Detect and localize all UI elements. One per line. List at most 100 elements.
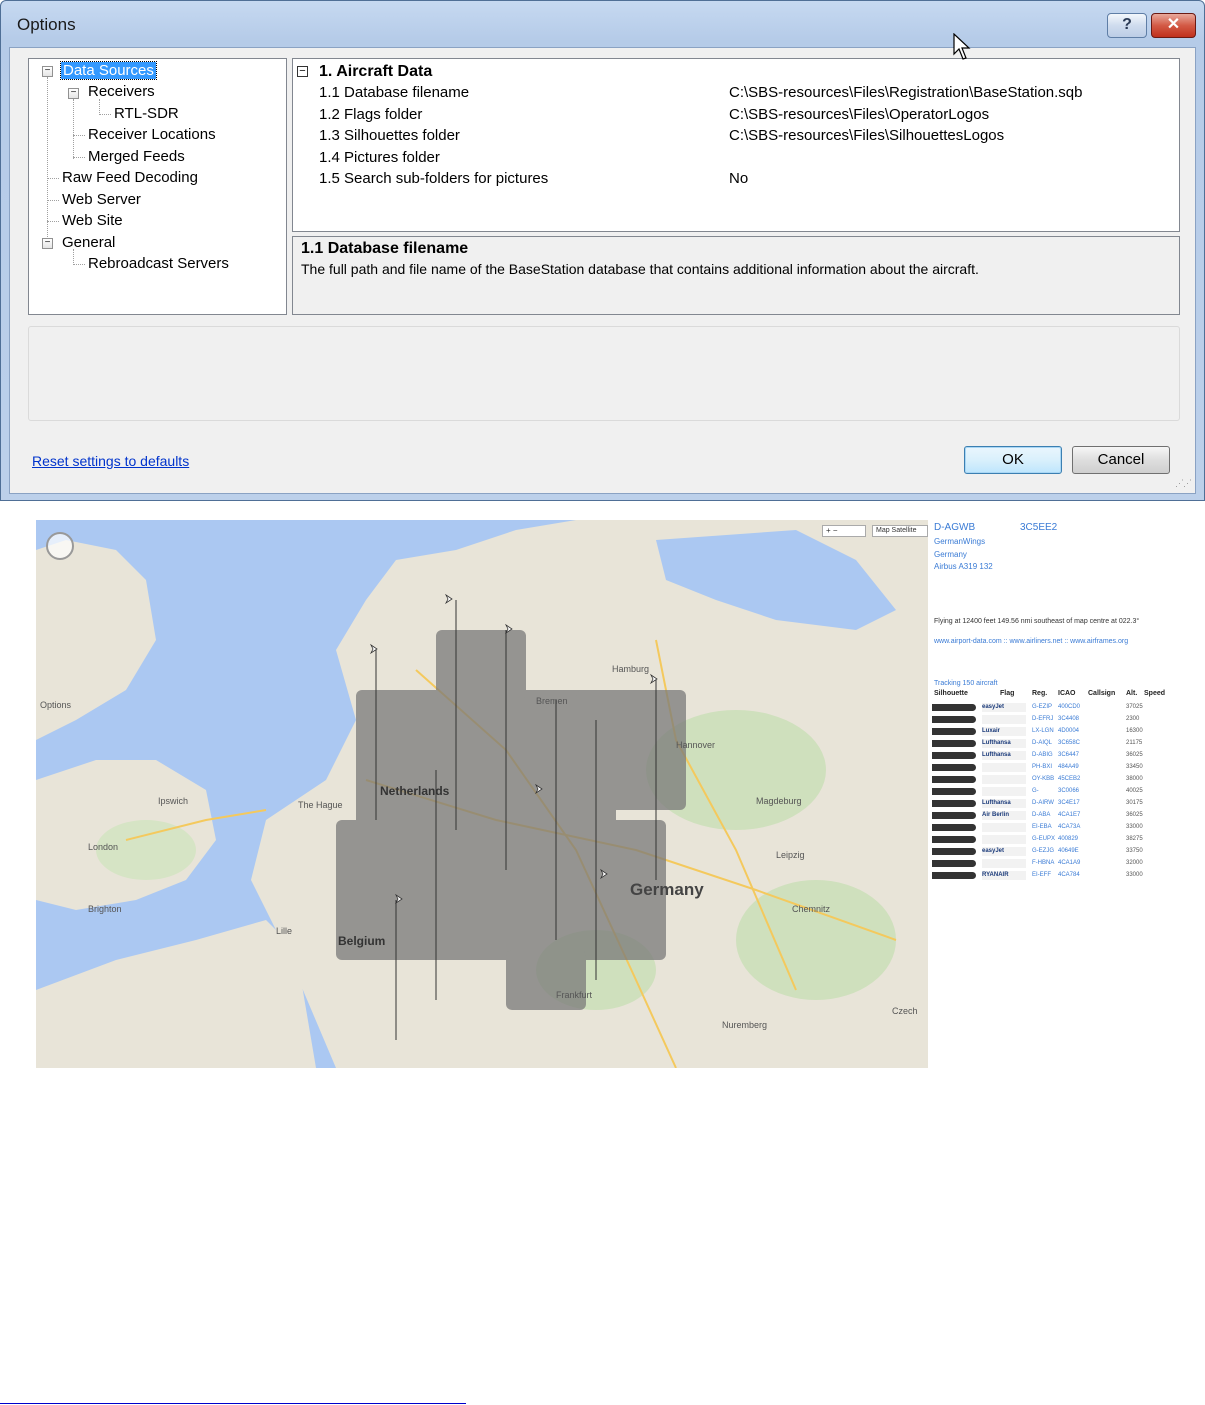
aircraft-registration: EI-EBA — [1032, 824, 1052, 830]
map-type-control[interactable]: Map Satellite — [872, 525, 928, 537]
operator-flag: Luxair — [982, 727, 1026, 736]
map-label: Ipswich — [158, 796, 189, 806]
aircraft-altitude: 32000 — [1126, 860, 1143, 866]
collapse-icon[interactable]: − — [42, 66, 53, 77]
collapse-icon[interactable]: − — [297, 66, 308, 77]
property-name: 1.3 Silhouettes folder — [319, 127, 460, 144]
aircraft-row[interactable]: Lufthansa D-AIRW 3C4E17 30175 — [928, 798, 1168, 809]
property-name: 1.2 Flags folder — [319, 106, 423, 123]
tree-item-general[interactable]: General — [62, 233, 115, 253]
tree-item-rebroadcast-servers[interactable]: Rebroadcast Servers — [88, 254, 229, 274]
property-grid[interactable]: − 1. Aircraft Data 1.1 Database filename… — [292, 58, 1180, 232]
help-button[interactable]: ? — [1107, 13, 1147, 38]
property-row[interactable]: 1.1 Database filename C:\SBS-resources\F… — [293, 82, 1179, 103]
aircraft-silhouette-icon — [932, 740, 976, 747]
aircraft-icao: 45CEB2 — [1058, 776, 1081, 782]
property-value[interactable]: C:\SBS-resources\Files\SilhouettesLogos — [729, 125, 1004, 146]
aircraft-altitude: 16300 — [1126, 728, 1143, 734]
aircraft-icao: 400CD0 — [1058, 704, 1081, 710]
resize-grip-icon[interactable]: ⋰⋰ — [1175, 478, 1192, 489]
column-header[interactable]: Callsign — [1088, 690, 1115, 697]
aircraft-links[interactable]: www.airport-data.com :: www.airliners.ne… — [934, 638, 1128, 645]
map-background — [36, 520, 928, 1068]
aircraft-registration: F-HBNA — [1032, 860, 1055, 866]
aircraft-silhouette-icon — [932, 812, 976, 819]
tree-line — [99, 114, 111, 115]
operator-flag: RYANAIR — [982, 871, 1026, 880]
column-header[interactable]: Alt. — [1126, 690, 1137, 697]
property-value[interactable]: C:\SBS-resources\Files\Registration\Base… — [729, 82, 1083, 103]
map-label: Hannover — [676, 740, 716, 750]
aircraft-row[interactable]: EI-EBA 4CA73A 33000 — [928, 822, 1168, 833]
aircraft-row[interactable]: easyJet G-EZIP 400CD0 37025 — [928, 702, 1168, 713]
aircraft-icao: 3C0066 — [1058, 788, 1080, 794]
map-pan-control-icon[interactable] — [46, 532, 74, 560]
aircraft-row[interactable]: RYANAIR EI-EFF 4CA784 33000 — [928, 870, 1168, 881]
collapse-icon[interactable]: − — [68, 88, 79, 99]
tree-item-rtl-sdr[interactable]: RTL-SDR — [114, 104, 179, 124]
options-tree[interactable]: − Data Sources − Receivers RTL-SDR Recei… — [28, 58, 287, 315]
column-header[interactable]: Speed — [1144, 690, 1165, 697]
aircraft-row[interactable]: OY-KBB 45CEB2 38000 — [928, 774, 1168, 785]
map-label: Options — [40, 700, 72, 710]
property-row[interactable]: 1.2 Flags folder C:\SBS-resources\Files\… — [293, 104, 1179, 125]
dialog-client-area: − Data Sources − Receivers RTL-SDR Recei… — [9, 47, 1196, 494]
property-value[interactable]: C:\SBS-resources\Files\OperatorLogos — [729, 104, 989, 125]
aircraft-registration: D-AIQL — [1032, 740, 1053, 746]
aircraft-sidebar: D-AGWB 3C5EE2 GermanWings Germany Airbus… — [928, 520, 1168, 1068]
tree-item-label: RTL-SDR — [114, 105, 179, 122]
aircraft-registration: PH-BXI — [1032, 764, 1053, 770]
ok-button[interactable]: OK — [964, 446, 1062, 474]
column-header[interactable]: Reg. — [1032, 690, 1047, 697]
tree-item-web-site[interactable]: Web Site — [62, 211, 123, 231]
aircraft-row[interactable]: PH-BXI 484A49 33450 — [928, 762, 1168, 773]
aircraft-silhouette-icon — [932, 836, 976, 843]
operator-flag — [982, 859, 1026, 868]
aircraft-silhouette-icon — [932, 848, 976, 855]
column-header[interactable]: ICAO — [1058, 690, 1076, 697]
tree-item-receiver-locations[interactable]: Receiver Locations — [88, 125, 216, 145]
property-value[interactable]: No — [729, 168, 748, 189]
tree-item-raw-feed-decoding[interactable]: Raw Feed Decoding — [62, 168, 198, 188]
aircraft-icao: 400829 — [1058, 836, 1079, 842]
tree-line — [73, 264, 85, 265]
aircraft-icao: 3C6447 — [1058, 752, 1080, 758]
aircraft-silhouette-icon — [932, 872, 976, 879]
tree-item-receivers[interactable]: Receivers — [88, 82, 155, 102]
aircraft-row[interactable]: Luxair LX-LGN 4D0004 16300 — [928, 726, 1168, 737]
property-row[interactable]: 1.3 Silhouettes folder C:\SBS-resources\… — [293, 125, 1179, 146]
aircraft-row[interactable]: G-EUPX 400829 38275 — [928, 834, 1168, 845]
aircraft-row[interactable]: Lufthansa D-AIQL 3C658C 21175 — [928, 738, 1168, 749]
column-header[interactable]: Flag — [1000, 690, 1014, 697]
property-row[interactable]: 1.4 Pictures folder — [293, 147, 1179, 168]
description-title: 1.1 Database filename — [301, 240, 469, 257]
tree-line — [73, 99, 74, 159]
aircraft-row[interactable]: D-EFRJ 3C4408 2300 — [928, 714, 1168, 725]
tracking-count: Tracking 150 aircraft — [934, 680, 998, 687]
aircraft-altitude: 37025 — [1126, 704, 1143, 710]
map-zoom-control[interactable]: + − — [822, 525, 866, 537]
aircraft-altitude: 30175 — [1126, 800, 1143, 806]
aircraft-row[interactable]: G- 3C0066 40025 — [928, 786, 1168, 797]
cancel-button[interactable]: Cancel — [1072, 446, 1170, 474]
tree-item-merged-feeds[interactable]: Merged Feeds — [88, 147, 185, 167]
aircraft-row[interactable]: easyJet G-EZJG 40649E 33750 — [928, 846, 1168, 857]
property-row[interactable]: 1.5 Search sub-folders for pictures No — [293, 168, 1179, 189]
aircraft-registration: D-AIRW — [1032, 800, 1054, 806]
aircraft-row[interactable]: Lufthansa D-ABIG 3C6447 36025 — [928, 750, 1168, 761]
column-header[interactable]: Silhouette — [934, 690, 968, 697]
tree-item-label: Web Site — [62, 212, 123, 229]
close-button[interactable]: ✕ — [1151, 13, 1196, 38]
tree-line — [73, 135, 85, 136]
aircraft-row[interactable]: F-HBNA 4CA1A9 32000 — [928, 858, 1168, 869]
tree-item-web-server[interactable]: Web Server — [62, 190, 141, 210]
aircraft-icao: 4D0004 — [1058, 728, 1080, 734]
reset-settings-link[interactable]: Reset settings to defaults — [32, 453, 189, 469]
title-bar[interactable]: Options ? ✕ — [1, 1, 1204, 49]
map-label: London — [88, 842, 119, 852]
collapse-icon[interactable]: − — [42, 238, 53, 249]
tree-item-data-sources[interactable]: Data Sources — [60, 61, 157, 81]
aircraft-row[interactable]: Air Berlin D-ABA 4CA1E7 36025 — [928, 810, 1168, 821]
map-label: Frankfurt — [556, 990, 593, 1000]
aircraft-altitude: 2300 — [1126, 716, 1140, 722]
